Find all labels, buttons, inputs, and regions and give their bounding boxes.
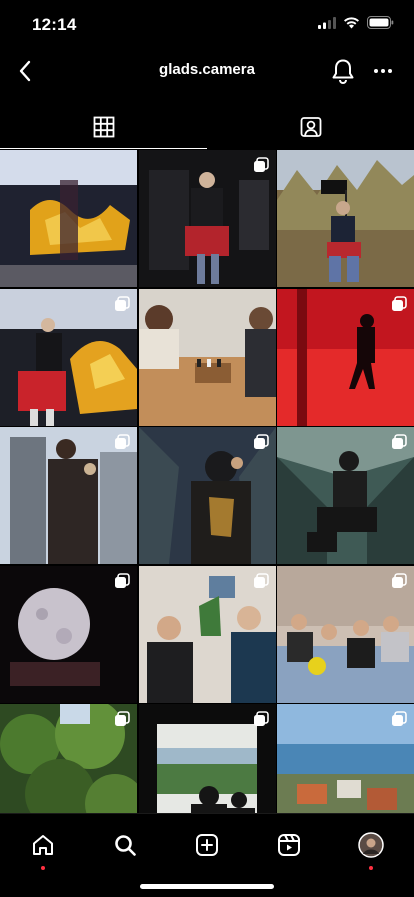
reels-icon bbox=[278, 834, 300, 856]
multiple-photos-icon bbox=[391, 711, 407, 727]
post-photo bbox=[0, 150, 137, 287]
nav-create[interactable] bbox=[184, 822, 230, 868]
post-tile[interactable] bbox=[138, 427, 276, 564]
more-options-button[interactable] bbox=[368, 56, 398, 86]
multiple-photos-icon bbox=[391, 434, 407, 450]
tagged-icon bbox=[300, 116, 321, 137]
posts-grid bbox=[0, 150, 414, 813]
post-tile[interactable] bbox=[0, 288, 137, 426]
multiple-photos-icon bbox=[114, 295, 130, 312]
search-icon bbox=[115, 835, 136, 856]
status-bar: 12:14 bbox=[0, 0, 414, 48]
battery-icon bbox=[367, 16, 394, 29]
multiple-photos-icon bbox=[391, 295, 407, 312]
tab-tagged[interactable] bbox=[207, 104, 414, 149]
active-tab-indicator bbox=[0, 148, 207, 149]
multiple-photos-icon bbox=[252, 711, 269, 727]
profile-header: glads.camera bbox=[0, 48, 414, 94]
post-tile[interactable] bbox=[277, 704, 414, 813]
nav-reels[interactable] bbox=[266, 822, 312, 868]
post-tile[interactable] bbox=[0, 150, 137, 287]
post-tile[interactable] bbox=[138, 565, 276, 703]
multiple-photos-icon bbox=[252, 572, 269, 589]
post-photo bbox=[138, 288, 276, 426]
nav-search[interactable] bbox=[102, 822, 148, 868]
tab-posts-grid[interactable] bbox=[0, 104, 207, 149]
status-time: 12:14 bbox=[32, 15, 77, 34]
profile-notification-dot bbox=[369, 866, 373, 870]
post-photo bbox=[277, 150, 414, 287]
multiple-photos-icon bbox=[252, 157, 269, 173]
nav-home[interactable] bbox=[20, 822, 66, 870]
notifications-button[interactable] bbox=[328, 56, 358, 86]
nav-profile[interactable] bbox=[348, 822, 394, 870]
status-icons bbox=[318, 16, 394, 29]
post-tile[interactable] bbox=[277, 288, 414, 426]
post-tile[interactable] bbox=[138, 288, 276, 426]
post-tile[interactable] bbox=[138, 150, 276, 287]
home-indicator bbox=[140, 884, 274, 889]
post-tile[interactable] bbox=[0, 704, 137, 813]
post-tile[interactable] bbox=[277, 427, 414, 564]
bell-icon bbox=[332, 59, 354, 84]
multiple-photos-icon bbox=[252, 434, 269, 450]
profile-avatar bbox=[358, 832, 384, 858]
post-tile[interactable] bbox=[277, 565, 414, 703]
post-tile[interactable] bbox=[138, 704, 276, 813]
multiple-photos-icon bbox=[114, 434, 130, 450]
home-notification-dot bbox=[41, 866, 45, 870]
post-tile[interactable] bbox=[0, 427, 137, 564]
home-icon bbox=[33, 835, 53, 855]
more-icon bbox=[374, 69, 392, 73]
multiple-photos-icon bbox=[391, 572, 407, 589]
grid-icon bbox=[93, 116, 114, 137]
profile-tabs bbox=[0, 104, 414, 149]
post-tile[interactable] bbox=[277, 150, 414, 287]
cellular-signal-icon bbox=[318, 16, 336, 29]
create-icon bbox=[196, 834, 218, 856]
multiple-photos-icon bbox=[114, 572, 130, 589]
bottom-nav bbox=[0, 813, 414, 897]
wifi-icon bbox=[344, 16, 359, 28]
multiple-photos-icon bbox=[114, 711, 130, 727]
post-tile[interactable] bbox=[0, 565, 137, 703]
